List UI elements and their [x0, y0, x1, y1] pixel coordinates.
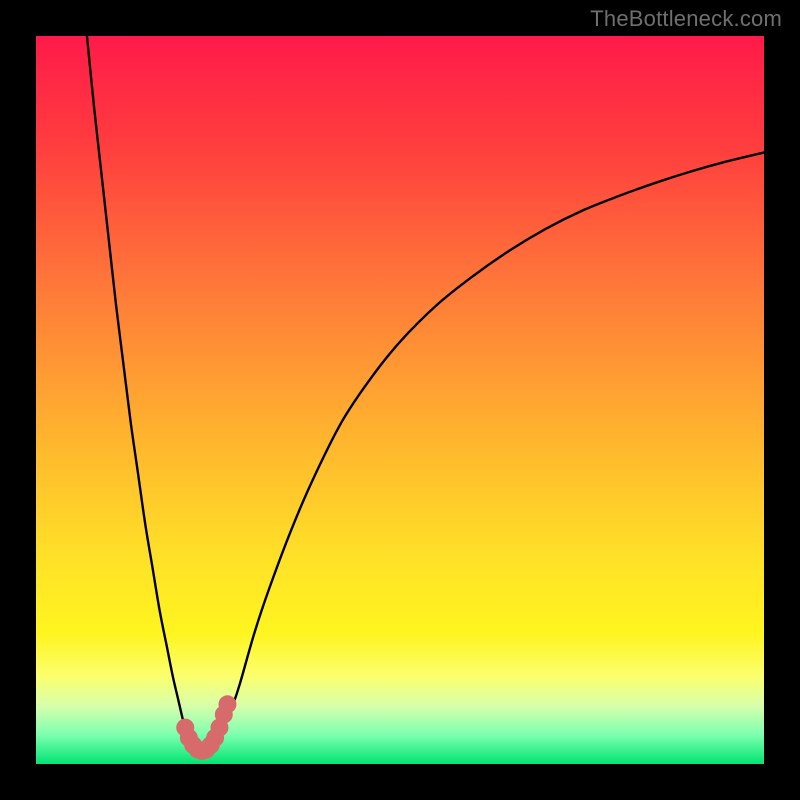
- chart-frame: TheBottleneck.com: [0, 0, 800, 800]
- bottleneck-chart: [36, 36, 764, 764]
- gradient-background: [36, 36, 764, 764]
- watermark-text: TheBottleneck.com: [590, 6, 782, 32]
- bottleneck-marker: [218, 695, 236, 713]
